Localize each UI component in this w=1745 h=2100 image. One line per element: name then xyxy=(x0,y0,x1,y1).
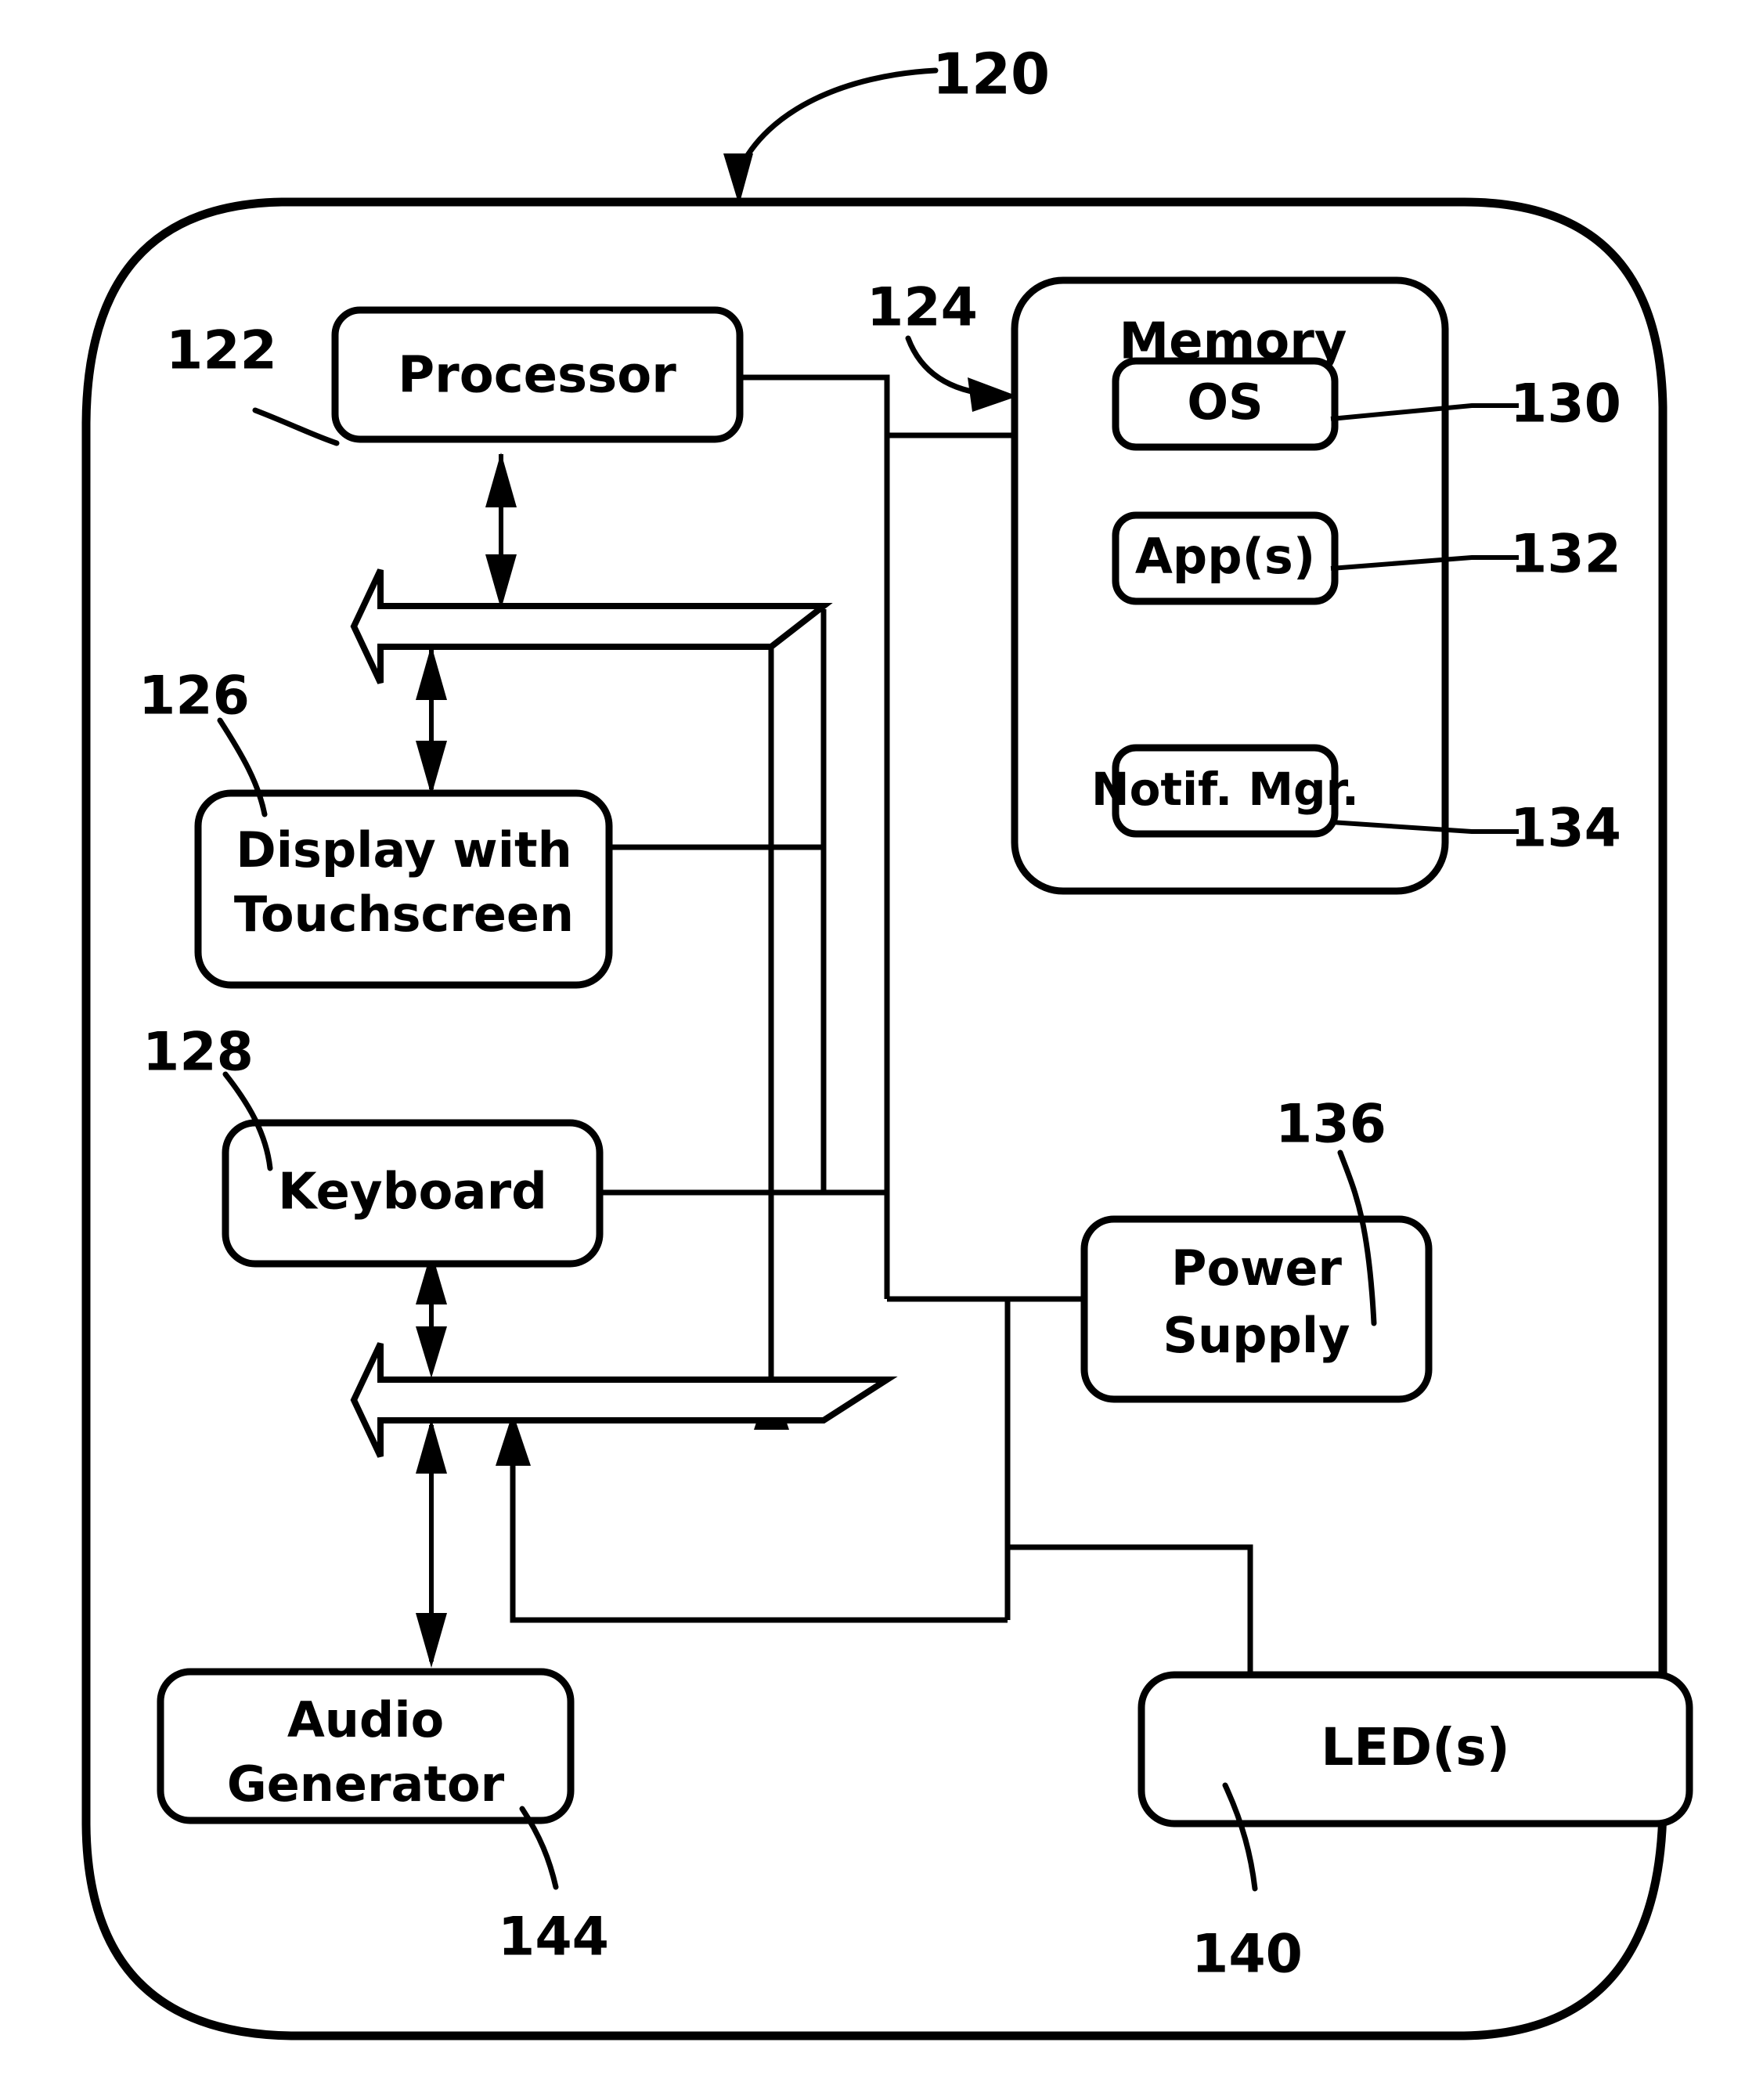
arrowhead-down-upper-bus xyxy=(485,554,517,609)
block-keyboard-label: Keyboard xyxy=(278,1164,547,1221)
block-processor-label: Processor xyxy=(398,347,676,405)
ref-numeral-144: 144 xyxy=(498,1907,609,1968)
ref-numeral-124: 124 xyxy=(867,277,978,339)
ref-numeral-126: 126 xyxy=(139,666,250,727)
ref-numeral-132: 132 xyxy=(1510,524,1621,586)
ref-numeral-136: 136 xyxy=(1275,1094,1386,1156)
block-display-label-line2: Touchscreen xyxy=(234,886,574,943)
arrowhead-up-upperbus xyxy=(416,645,447,700)
ref-numeral-130: 130 xyxy=(1510,373,1621,435)
leader-arrowhead-124 xyxy=(968,377,1018,412)
arrowhead-down-audio xyxy=(416,1613,447,1668)
leader-arrowhead-120 xyxy=(723,153,753,205)
figure-canvas: 120 Processor 122 Memory 124 OS 130 App(… xyxy=(0,0,1745,2100)
leader-line-120 xyxy=(736,67,939,174)
block-notif-mgr-label: Notif. Mgr. xyxy=(1091,763,1359,816)
ref-numeral-122: 122 xyxy=(166,320,277,382)
block-audio-generator-label-line2: Generator xyxy=(227,1755,505,1813)
arrowhead-up-processor xyxy=(485,453,517,507)
block-power-supply-label-line1: Power xyxy=(1171,1239,1342,1297)
ref-numeral-128: 128 xyxy=(142,1022,254,1084)
leader-line-122 xyxy=(252,407,340,446)
ref-numeral-140: 140 xyxy=(1192,1924,1303,1986)
arrowhead-down-lowerbus xyxy=(416,1326,447,1378)
arrowhead-down-display xyxy=(416,741,447,796)
wire-bottom-rail-left xyxy=(510,1449,1008,1623)
block-display-label-line1: Display with xyxy=(236,821,572,879)
ref-numeral-120: 120 xyxy=(932,41,1050,107)
block-os-label: OS xyxy=(1187,373,1263,431)
block-apps-label: App(s) xyxy=(1135,528,1315,585)
ref-numeral-134: 134 xyxy=(1510,798,1621,860)
arrowhead-up-lowerbus xyxy=(416,1419,447,1474)
block-audio-generator-label-line1: Audio xyxy=(287,1691,444,1748)
upper-bus-block-arrow xyxy=(350,568,833,684)
block-power-supply-label-line2: Supply xyxy=(1163,1307,1350,1364)
block-leds-label: LED(s) xyxy=(1321,1717,1510,1777)
block-diagram-svg: 120 Processor 122 Memory 124 OS 130 App(… xyxy=(81,41,1693,2040)
wire-processor-to-bus xyxy=(740,374,890,1299)
